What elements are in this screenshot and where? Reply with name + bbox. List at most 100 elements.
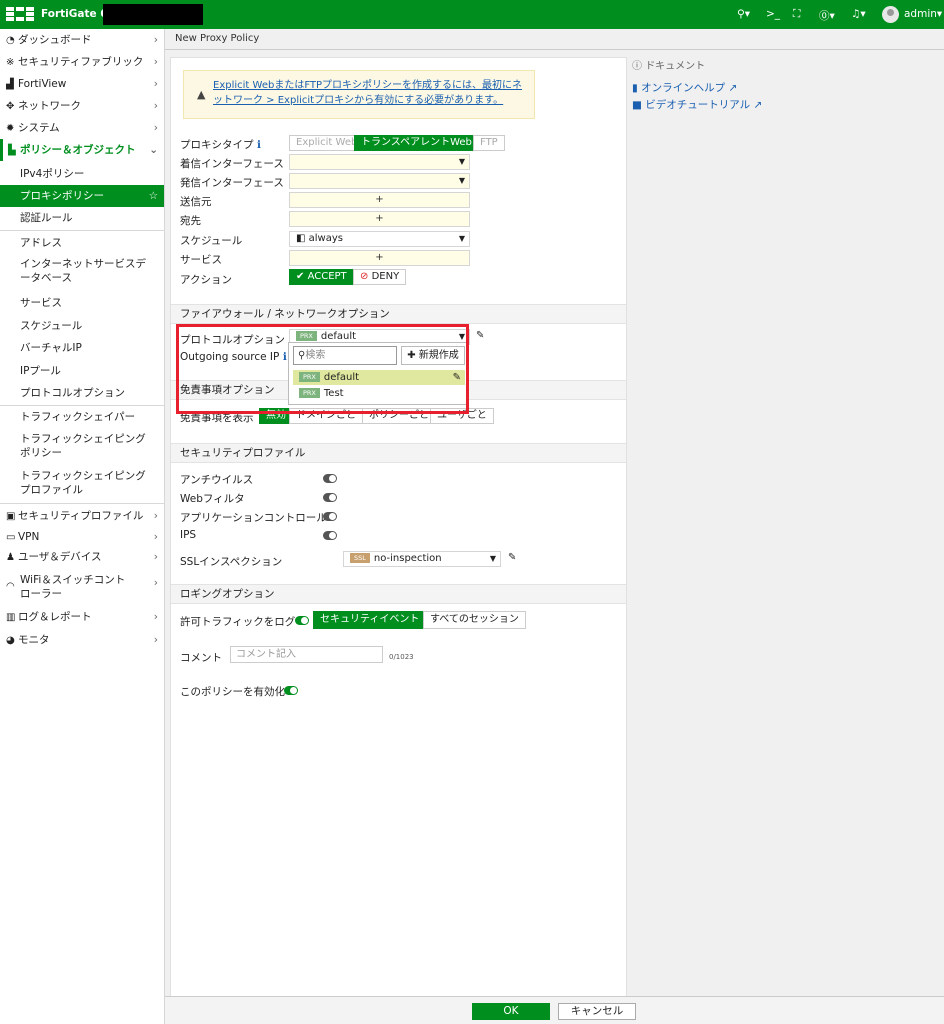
source-field[interactable]: + <box>289 192 470 208</box>
sidebar-item-traffic-shaper[interactable]: トラフィックシェイパー <box>0 406 164 428</box>
antivirus-toggle[interactable] <box>323 474 337 483</box>
fortinet-logo-icon <box>6 7 34 22</box>
sidebar-item-monitor[interactable]: ◕ モニタ › <box>0 629 164 651</box>
book-icon: ▮ <box>632 82 638 94</box>
logging-options-header: ロギングオプション <box>171 584 626 604</box>
outgoing-interface-label: 発信インターフェース <box>180 177 284 189</box>
sidebar-item-service[interactable]: サービス <box>0 292 164 314</box>
sidebar-item-ipv4-policy[interactable]: IPv4ポリシー <box>0 163 164 185</box>
source-label: 送信元 <box>180 196 212 208</box>
sidebar-item-log-report[interactable]: ▥ ログ＆レポート › <box>0 606 164 628</box>
sidebar-item-schedule[interactable]: スケジュール <box>0 315 164 337</box>
search-icon[interactable]: ⚲▾ <box>737 8 750 20</box>
user-menu[interactable]: admin▾ <box>904 8 942 20</box>
accept-button[interactable]: ✔ ACCEPT <box>289 269 354 285</box>
proxy-type-ftp[interactable]: FTP <box>473 135 505 151</box>
comment-input[interactable]: コメント記入 <box>230 646 383 663</box>
cancel-button[interactable]: キャンセル <box>558 1003 636 1020</box>
sidebar-item-fortiview[interactable]: ▟ FortiView › <box>0 73 164 95</box>
log-allowed-traffic-toggle[interactable] <box>295 616 309 625</box>
fullscreen-icon[interactable]: ⛶ <box>793 8 800 21</box>
sidebar-item-system[interactable]: ✹ システム › <box>0 117 164 139</box>
wifi-icon: ◠ <box>6 581 15 592</box>
ssl-inspection-label: SSLインスペクション <box>180 556 283 568</box>
outgoing-interface-select[interactable]: ▼ <box>289 173 470 189</box>
dashboard-icon: ◔ <box>6 35 15 46</box>
sidebar-item-security-profile[interactable]: ▣ セキュリティプロファイル › <box>0 505 164 527</box>
incoming-interface-label: 着信インターフェース <box>180 158 284 170</box>
external-link-icon: ↗ <box>728 82 738 94</box>
divider <box>0 230 164 231</box>
online-help-link[interactable]: ▮ オンラインヘルプ ↗ <box>632 80 762 95</box>
pie-icon: ◕ <box>6 635 15 646</box>
sidebar-item-ip-pool[interactable]: IPプール <box>0 360 164 382</box>
sidebar-item-virtual-ip[interactable]: バーチャルIP <box>0 337 164 359</box>
enable-policy-label: このポリシーを有効化 <box>180 686 285 698</box>
ok-button[interactable]: OK <box>472 1003 550 1020</box>
sidebar-item-wifi-switch[interactable]: ◠ WiFi＆スイッチコントローラー › <box>0 570 164 604</box>
highlight-annotation-box <box>176 324 469 414</box>
footer-bar: OK キャンセル <box>165 996 944 1024</box>
log-all-sessions[interactable]: すべてのセッション <box>423 611 526 629</box>
plus-icon: + <box>375 252 384 263</box>
log-allowed-traffic-label: 許可トラフィックをログ <box>180 616 296 628</box>
antivirus-label: アンチウイルス <box>180 474 254 486</box>
deny-button[interactable]: ⊘ DENY <box>353 269 407 285</box>
enable-policy-toggle[interactable] <box>284 686 298 695</box>
caret-down-icon: ▼ <box>458 176 465 185</box>
bar-chart-icon: ▥ <box>6 612 16 623</box>
webfilter-toggle[interactable] <box>323 493 337 502</box>
schedule-select[interactable]: ◧ always ▼ <box>289 231 470 247</box>
cli-icon[interactable]: >_ <box>766 8 780 20</box>
video-icon: ■ <box>632 99 642 111</box>
destination-field[interactable]: + <box>289 211 470 227</box>
network-icon: ✥ <box>6 101 15 112</box>
sidebar: ◔ ダッシュボード › ※ セキュリティファブリック › ▟ FortiView › ✥ ネッ… <box>0 29 165 1024</box>
star-icon[interactable]: ☆ <box>149 185 158 207</box>
sidebar-item-vpn[interactable]: ▭ VPN › <box>0 526 164 548</box>
sidebar-item-protocol-options[interactable]: プロトコルオプション <box>0 382 164 404</box>
sidebar-item-dashboard[interactable]: ◔ ダッシュボード › <box>0 29 164 51</box>
sidebar-item-network[interactable]: ✥ ネットワーク › <box>0 95 164 117</box>
service-field[interactable]: + <box>289 250 470 266</box>
sidebar-item-user-device[interactable]: ♟ ユーザ＆デバイス › <box>0 546 164 568</box>
calendar-icon: ◧ <box>296 233 306 244</box>
lock-icon: ▣ <box>6 511 16 522</box>
sidebar-item-auth-rules[interactable]: 認証ルール <box>0 207 164 229</box>
sidebar-item-internet-service-db[interactable]: インターネットサービスデータベース <box>0 254 164 288</box>
policy-form-panel: ▲ Explicit WebまたはFTPプロキシポリシーを作成するには、最初にネ… <box>170 57 627 1015</box>
sidebar-item-proxy-policy[interactable]: プロキシポリシー ☆ <box>0 185 164 207</box>
security-profile-header: セキュリティプロファイル <box>171 443 626 463</box>
sidebar-item-security-fabric[interactable]: ※ セキュリティファブリック › <box>0 51 164 73</box>
sidebar-item-address[interactable]: アドレス <box>0 232 164 254</box>
breadcrumb: New Proxy Policy <box>175 33 260 44</box>
plus-icon: + <box>375 194 384 205</box>
destination-label: 宛先 <box>180 215 201 227</box>
incoming-interface-select[interactable]: ▼ <box>289 154 470 170</box>
proxy-type-transparent-web[interactable]: トランスペアレントWeb <box>354 135 479 151</box>
ips-toggle[interactable] <box>323 531 337 540</box>
edit-pencil-icon[interactable]: ✎ <box>508 552 516 563</box>
edit-pencil-icon[interactable]: ✎ <box>476 330 484 341</box>
warning-icon: ▲ <box>197 88 206 101</box>
sidebar-item-traffic-shaping-profile[interactable]: トラフィックシェイピングプロファイル <box>0 466 164 500</box>
divider <box>0 503 164 504</box>
plus-icon: + <box>375 213 384 224</box>
video-tutorial-link[interactable]: ■ ビデオチュートリアル ↗ <box>632 97 762 112</box>
schedule-label: スケジュール <box>180 235 243 247</box>
ips-label: IPS <box>180 529 197 541</box>
bell-icon[interactable]: ♫▾ <box>851 8 866 20</box>
sidebar-item-policy-objects[interactable]: ▙ ポリシー＆オブジェクト ⌄ <box>0 139 164 161</box>
caret-down-icon: ▼ <box>489 554 496 563</box>
app-control-toggle[interactable] <box>323 512 337 521</box>
avatar[interactable] <box>882 6 899 23</box>
help-icon[interactable]: ⓪▾ <box>819 8 835 23</box>
documentation-title: ⓘ ドキュメント <box>632 61 706 72</box>
app-control-label: アプリケーションコントロール <box>180 512 327 524</box>
log-security-events[interactable]: セキュリティイベント <box>313 611 427 629</box>
warning-link[interactable]: Explicit WebまたはFTPプロキシポリシーを作成するには、最初にネット… <box>213 78 528 108</box>
ssl-badge: SSL <box>350 553 370 563</box>
comment-label: コメント <box>180 652 222 664</box>
sidebar-item-traffic-shaping-policy[interactable]: トラフィックシェイピングポリシー <box>0 429 164 463</box>
ssl-inspection-select[interactable]: SSL no-inspection ▼ <box>343 551 501 567</box>
